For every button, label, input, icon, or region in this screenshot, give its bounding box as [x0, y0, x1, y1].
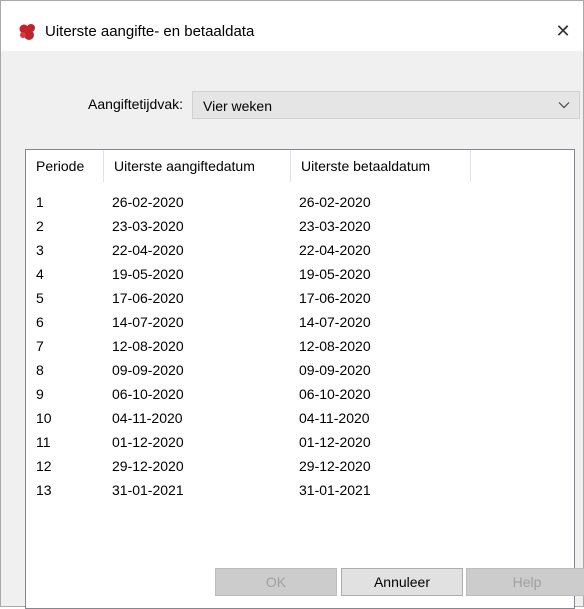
- table-row[interactable]: 11 01-12-2020 01-12-2020: [26, 432, 574, 452]
- period-cell: 3: [36, 242, 44, 258]
- filing-date-cell: 19-05-2020: [112, 266, 184, 282]
- payment-date-cell: 14-07-2020: [299, 314, 371, 330]
- table-row[interactable]: 13 31-01-2021 31-01-2021: [26, 480, 574, 500]
- help-button[interactable]: Help: [466, 568, 584, 596]
- period-cell: 9: [36, 386, 44, 402]
- cancel-button[interactable]: Annuleer: [341, 568, 463, 596]
- period-cell: 7: [36, 338, 44, 354]
- period-cell: 11: [36, 434, 51, 450]
- period-cell: 13: [36, 482, 52, 498]
- payment-date-cell: 12-08-2020: [299, 338, 371, 354]
- table-row[interactable]: 4 19-05-2020 19-05-2020: [26, 264, 574, 284]
- payment-date-cell: 22-04-2020: [299, 242, 371, 258]
- filing-date-cell: 17-06-2020: [112, 290, 184, 306]
- close-icon[interactable]: ✕: [549, 19, 577, 43]
- table-row[interactable]: 1 26-02-2020 26-02-2020: [26, 192, 574, 212]
- filing-date-cell: 22-04-2020: [112, 242, 184, 258]
- period-cell: 1: [36, 194, 44, 210]
- filing-date-cell: 12-08-2020: [112, 338, 184, 354]
- table-row[interactable]: 12 29-12-2020 29-12-2020: [26, 456, 574, 476]
- table-row[interactable]: 9 06-10-2020 06-10-2020: [26, 384, 574, 404]
- table-row[interactable]: 3 22-04-2020 22-04-2020: [26, 240, 574, 260]
- period-type-value: Vier weken: [203, 98, 273, 114]
- table-row[interactable]: 2 23-03-2020 23-03-2020: [26, 216, 574, 236]
- filing-date-cell: 09-09-2020: [112, 362, 184, 378]
- chevron-down-icon: [558, 102, 570, 109]
- window-title: Uiterste aangifte- en betaaldata: [45, 23, 255, 40]
- payment-date-cell: 26-02-2020: [299, 194, 371, 210]
- filing-date-cell: 04-11-2020: [112, 410, 183, 426]
- table-row[interactable]: 5 17-06-2020 17-06-2020: [26, 288, 574, 308]
- table-row[interactable]: 8 09-09-2020 09-09-2020: [26, 360, 574, 380]
- dialog-body: Aangiftetijdvak: Vier weken Periode Uite…: [1, 51, 584, 609]
- payment-date-cell: 23-03-2020: [299, 218, 371, 234]
- table-row[interactable]: 7 12-08-2020 12-08-2020: [26, 336, 574, 356]
- column-header-filing-date[interactable]: Uiterste aangiftedatum: [104, 150, 291, 182]
- deadline-list[interactable]: Periode Uiterste aangiftedatum Uiterste …: [25, 149, 575, 609]
- filing-date-cell: 29-12-2020: [112, 458, 184, 474]
- payment-date-cell: 19-05-2020: [299, 266, 371, 282]
- title-bar: Uiterste aangifte- en betaaldata ✕: [1, 1, 583, 51]
- payment-date-cell: 06-10-2020: [299, 386, 371, 402]
- payment-date-cell: 01-12-2020: [299, 434, 371, 450]
- column-header-payment-date[interactable]: Uiterste betaaldatum: [291, 150, 471, 182]
- table-row[interactable]: 10 04-11-2020 04-11-2020: [26, 408, 574, 428]
- app-logo-icon: [19, 24, 35, 40]
- period-cell: 6: [36, 314, 44, 330]
- filing-date-cell: 14-07-2020: [112, 314, 184, 330]
- ok-button[interactable]: OK: [215, 568, 337, 596]
- payment-date-cell: 29-12-2020: [299, 458, 371, 474]
- filing-date-cell: 31-01-2021: [112, 482, 184, 498]
- payment-date-cell: 31-01-2021: [299, 482, 371, 498]
- period-cell: 8: [36, 362, 44, 378]
- period-cell: 4: [36, 266, 44, 282]
- table-row[interactable]: 6 14-07-2020 14-07-2020: [26, 312, 574, 332]
- period-type-label: Aangiftetijdvak:: [88, 96, 183, 112]
- period-cell: 10: [36, 410, 52, 426]
- filing-date-cell: 01-12-2020: [112, 434, 184, 450]
- filing-date-cell: 26-02-2020: [112, 194, 184, 210]
- payment-date-cell: 09-09-2020: [299, 362, 371, 378]
- period-cell: 5: [36, 290, 44, 306]
- payment-date-cell: 04-11-2020: [299, 410, 370, 426]
- period-type-dropdown[interactable]: Vier weken: [192, 91, 580, 119]
- dialog-window: Uiterste aangifte- en betaaldata ✕ Aangi…: [0, 0, 584, 609]
- filing-date-cell: 06-10-2020: [112, 386, 184, 402]
- filing-date-cell: 23-03-2020: [112, 218, 184, 234]
- period-cell: 12: [36, 458, 52, 474]
- payment-date-cell: 17-06-2020: [299, 290, 371, 306]
- column-header-period[interactable]: Periode: [26, 150, 104, 182]
- period-cell: 2: [36, 218, 44, 234]
